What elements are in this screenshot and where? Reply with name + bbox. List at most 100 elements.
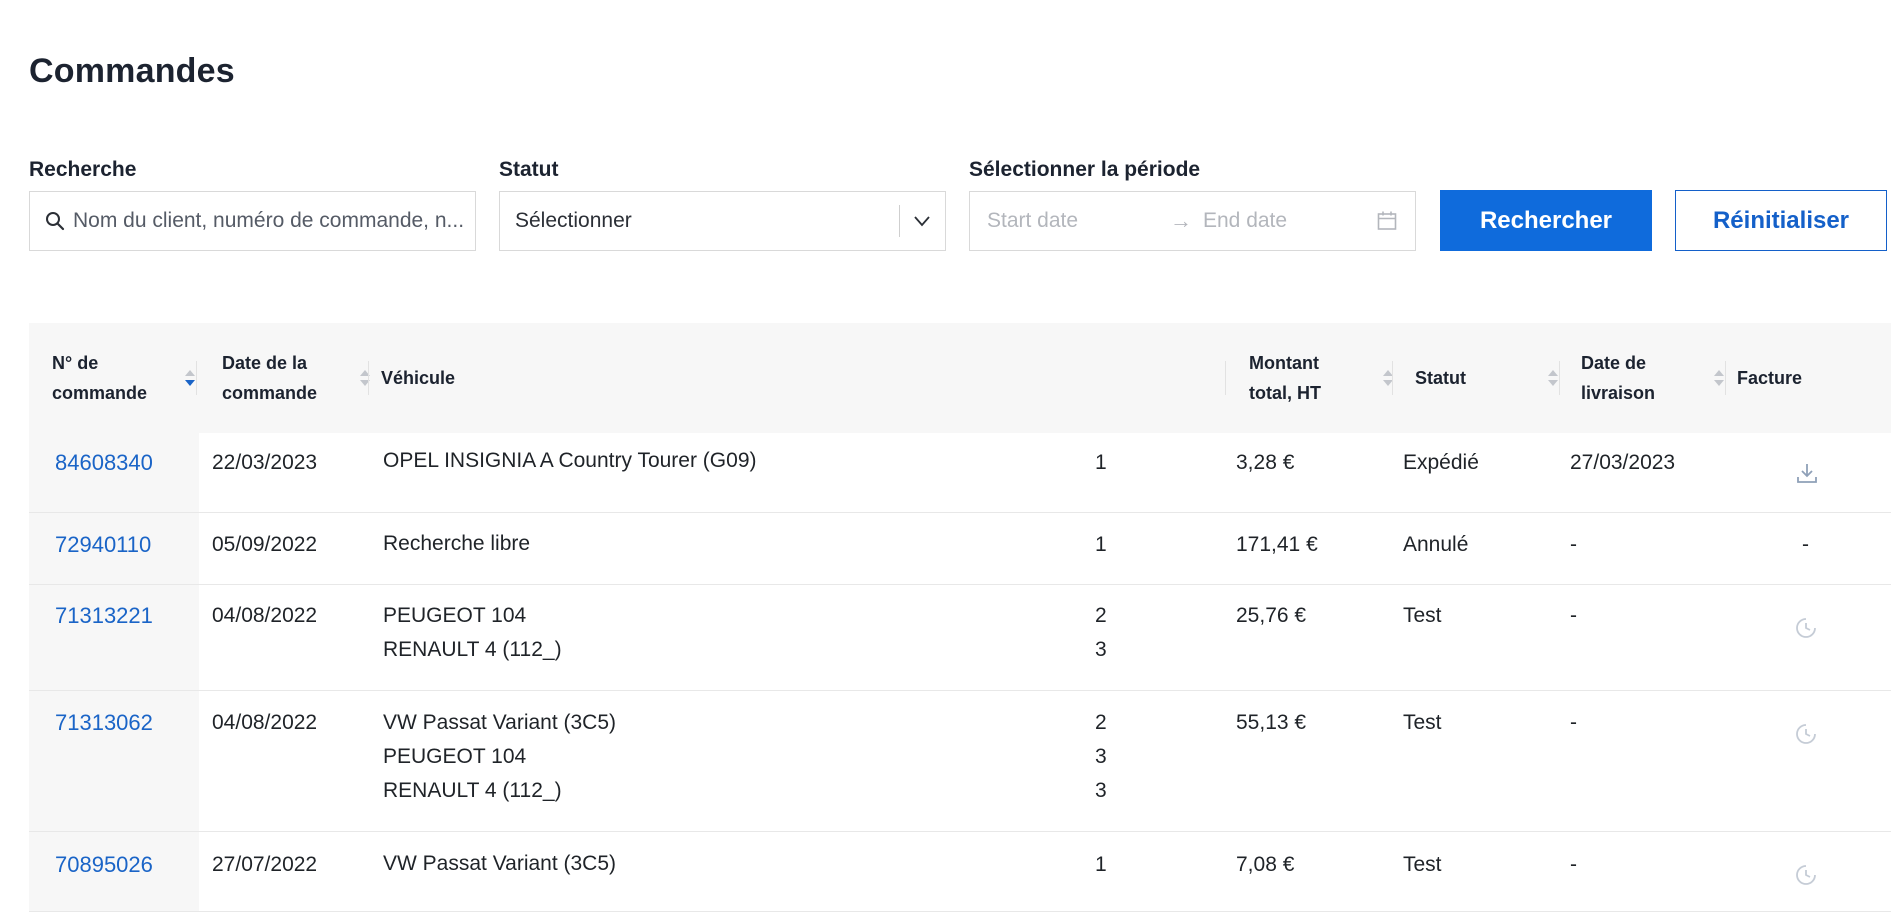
vehicle-list: Recherche libre — [383, 527, 530, 561]
amount: 7,08 € — [1236, 853, 1295, 876]
vehicle-name: RENAULT 4 (112_) — [383, 779, 562, 802]
quantity: 3 — [1095, 779, 1107, 802]
column-header-delivery-date[interactable]: Date de livraison — [1581, 323, 1731, 433]
status-label: Statut — [499, 158, 559, 181]
order-date: 27/07/2022 — [212, 853, 318, 876]
pending-clock-icon — [1796, 618, 1816, 638]
vehicle-name: VW Passat Variant (3C5) — [383, 852, 617, 875]
period-label: Sélectionner la période — [969, 158, 1201, 181]
table-row[interactable]: 71313221 04/08/2022 PEUGEOT 104 RENAULT … — [29, 585, 1891, 691]
order-number-link[interactable]: 71313221 — [55, 599, 153, 633]
quantity-list: 1 — [1095, 446, 1107, 480]
header-text: Facture — [1737, 368, 1803, 388]
column-header-invoice: Facture — [1737, 323, 1857, 433]
column-divider — [1392, 361, 1393, 395]
order-date: 04/08/2022 — [212, 604, 318, 627]
select-divider — [899, 205, 900, 237]
vehicle-name: OPEL INSIGNIA A Country Tourer (G09) — [383, 449, 757, 472]
quantity: 2 — [1095, 604, 1107, 627]
header-text: commande — [52, 383, 148, 403]
download-icon[interactable] — [1795, 461, 1819, 485]
quantity-list: 1 — [1095, 528, 1107, 562]
order-date: 05/09/2022 — [212, 533, 318, 556]
amount: 3,28 € — [1236, 451, 1295, 474]
vehicle-list: VW Passat Variant (3C5) — [383, 847, 616, 881]
order-date: 22/03/2023 — [212, 451, 318, 474]
delivery-date: - — [1570, 853, 1577, 876]
pending-clock-icon — [1796, 865, 1816, 885]
header-text: total, HT — [1249, 383, 1321, 403]
vehicle-list: OPEL INSIGNIA A Country Tourer (G09) — [383, 444, 757, 478]
column-divider — [1225, 361, 1226, 395]
order-number-link[interactable]: 72940110 — [55, 528, 151, 562]
reset-button[interactable]: Réinitialiser — [1675, 190, 1887, 251]
order-date: 04/08/2022 — [212, 711, 318, 734]
chevron-down-icon[interactable] — [913, 212, 931, 230]
header-text: livraison — [1581, 383, 1656, 403]
vehicle-name: Recherche libre — [383, 532, 531, 555]
search-button[interactable]: Rechercher — [1440, 190, 1652, 251]
sort-icon-active[interactable] — [184, 367, 196, 389]
search-field[interactable] — [29, 191, 476, 251]
order-number-link[interactable]: 70895026 — [55, 848, 153, 882]
order-number-link[interactable]: 71313062 — [55, 706, 153, 740]
vehicle-list: PEUGEOT 104 RENAULT 4 (112_) — [383, 599, 562, 667]
amount: 25,76 € — [1236, 604, 1307, 627]
status-text: Annulé — [1403, 533, 1469, 556]
invoice-unavailable: - — [1802, 533, 1809, 556]
column-divider — [1725, 361, 1726, 395]
delivery-date: - — [1570, 533, 1577, 556]
quantity: 3 — [1095, 745, 1107, 768]
amount: 55,13 € — [1236, 711, 1307, 734]
table-row[interactable]: 71313062 04/08/2022 VW Passat Variant (3… — [29, 691, 1891, 832]
search-input[interactable] — [73, 192, 468, 250]
column-header-vehicle: Véhicule — [381, 323, 581, 433]
column-header-order-date[interactable]: Date de la commande — [222, 323, 372, 433]
calendar-icon[interactable] — [1376, 210, 1398, 232]
order-number-link[interactable]: 84608340 — [55, 446, 153, 480]
status-text: Expédié — [1403, 451, 1479, 474]
amount: 171,41 € — [1236, 533, 1318, 556]
sort-icon[interactable] — [359, 367, 371, 389]
table-row[interactable]: 84608340 22/03/2023 OPEL INSIGNIA A Coun… — [29, 433, 1891, 513]
sort-icon[interactable] — [1547, 367, 1559, 389]
column-header-status[interactable]: Statut — [1415, 323, 1565, 433]
delivery-date: - — [1570, 711, 1577, 734]
quantity: 1 — [1095, 853, 1107, 876]
column-header-amount[interactable]: Montant total, HT — [1249, 323, 1399, 433]
vehicle-name: RENAULT 4 (112_) — [383, 638, 562, 661]
quantity: 1 — [1095, 533, 1107, 556]
status-text: Test — [1403, 853, 1442, 876]
arrow-right-icon: → — [1170, 208, 1192, 233]
date-range-picker[interactable]: Start date → End date — [969, 191, 1416, 251]
column-divider — [1559, 361, 1560, 395]
vehicle-name: PEUGEOT 104 — [383, 745, 527, 768]
status-select[interactable]: Sélectionner — [499, 191, 946, 251]
column-divider — [368, 361, 369, 395]
quantity-list: 2 3 — [1095, 599, 1107, 667]
search-label: Recherche — [29, 158, 137, 181]
quantity-list: 2 3 3 — [1095, 706, 1107, 808]
quantity-list: 1 — [1095, 848, 1107, 882]
search-icon — [46, 212, 65, 231]
header-text: N° de — [52, 353, 99, 373]
table-row[interactable]: 70895026 27/07/2022 VW Passat Variant (3… — [29, 832, 1891, 912]
header-text: Véhicule — [381, 368, 456, 388]
table-row[interactable]: 72940110 05/09/2022 Recherche libre 1 17… — [29, 513, 1891, 585]
header-text: Montant — [1249, 353, 1319, 373]
header-text: commande — [222, 383, 318, 403]
orders-table: N° de commande Date de la commande Véhicul… — [29, 323, 1891, 912]
start-date-input[interactable]: Start date — [987, 192, 1078, 250]
vehicle-name: PEUGEOT 104 — [383, 604, 527, 627]
end-date-input[interactable]: End date — [1203, 192, 1287, 250]
table-header: N° de commande Date de la commande Véhicul… — [29, 323, 1891, 433]
vehicle-name: VW Passat Variant (3C5) — [383, 711, 617, 734]
sort-icon[interactable] — [1713, 367, 1725, 389]
header-text: Statut — [1415, 368, 1466, 388]
status-text: Test — [1403, 711, 1442, 734]
column-divider — [196, 361, 197, 395]
page-title: Commandes — [29, 52, 235, 90]
column-header-order-number[interactable]: N° de commande — [52, 323, 195, 433]
quantity: 1 — [1095, 451, 1107, 474]
vehicle-list: VW Passat Variant (3C5) PEUGEOT 104 RENA… — [383, 706, 616, 808]
